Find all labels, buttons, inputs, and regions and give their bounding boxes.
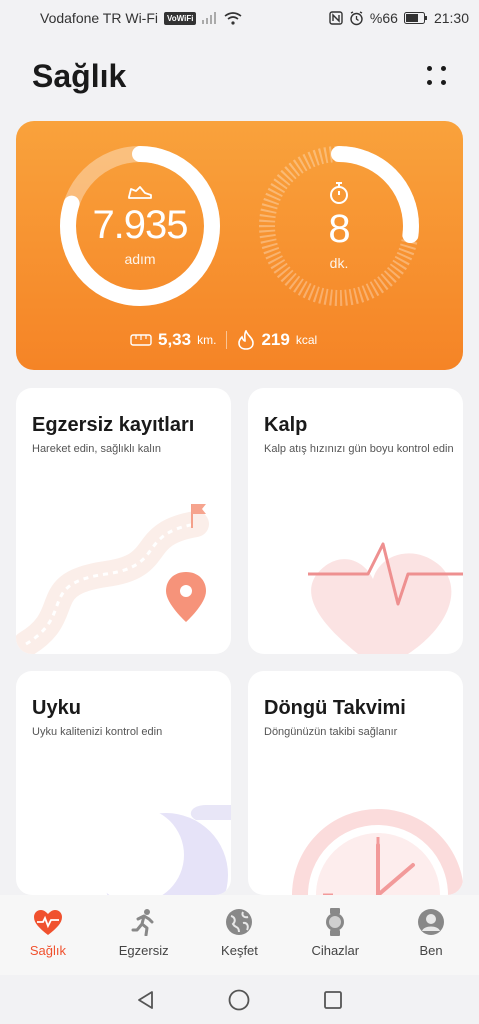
- battery-icon: [403, 12, 427, 24]
- recents-icon[interactable]: [323, 990, 343, 1010]
- cycle-calendar-title: Döngü Takvimi: [264, 697, 406, 719]
- page-title: Sağlık: [32, 57, 127, 94]
- flame-icon: [238, 330, 255, 350]
- nav-item-me[interactable]: Ben: [391, 907, 471, 975]
- bottom-nav: Sağlık Egzersiz Keşfet Cihazlar Ben: [0, 895, 479, 975]
- heart-pulse-illustration-icon: [308, 542, 463, 654]
- nav-label: Keşfet: [221, 943, 258, 958]
- minutes-ring[interactable]: 8 dk.: [257, 144, 421, 308]
- more-dot-icon: [427, 80, 432, 85]
- sleep-subtitle: Uyku kalitenizi kontrol edin: [32, 726, 163, 738]
- nav-item-devices[interactable]: Cihazlar: [295, 907, 375, 975]
- calories-unit: kcal: [295, 333, 318, 347]
- alarm-icon: [350, 10, 363, 25]
- stopwatch-icon: [330, 182, 348, 204]
- back-icon[interactable]: [136, 990, 156, 1010]
- home-icon[interactable]: [228, 989, 250, 1011]
- globe-icon: [226, 909, 253, 935]
- summary-divider: [226, 331, 228, 349]
- moon-icon: [88, 805, 231, 895]
- nav-label: Sağlık: [29, 943, 66, 958]
- steps-ring[interactable]: 7.935 adım: [58, 144, 222, 308]
- heart-rate-card[interactable]: Kalp Kalp atış hızınızı gün boyu kontrol…: [248, 388, 463, 654]
- signal-icon: [202, 12, 217, 24]
- minutes-unit: dk.: [329, 255, 349, 271]
- distance-summary: 5,33 km.: [130, 330, 216, 350]
- user-icon: [418, 909, 445, 935]
- sleep-title: Uyku: [32, 697, 81, 719]
- wifi-icon: [224, 11, 242, 25]
- heart-pulse-icon: [33, 909, 62, 935]
- cycle-calendar-card[interactable]: Döngü Takvimi Döngünüzün takibi sağlanır: [248, 671, 463, 895]
- runner-icon: [131, 909, 154, 936]
- nav-label: Cihazlar: [311, 943, 360, 958]
- steps-value: 7.935: [92, 203, 188, 247]
- calories-value: 219: [261, 330, 290, 349]
- nav-item-discover[interactable]: Keşfet: [199, 907, 279, 975]
- calories-summary: 219 kcal: [237, 330, 317, 350]
- route-map-icon: [16, 504, 209, 654]
- nav-label: Ben: [419, 943, 443, 958]
- more-options-button[interactable]: [423, 62, 451, 90]
- nfc-icon: [329, 11, 343, 25]
- distance-value: 5,33: [158, 330, 192, 349]
- cycle-calendar-subtitle: Döngünüzün takibi sağlanır: [264, 726, 398, 738]
- more-dot-icon: [441, 66, 446, 71]
- exercise-records-title: Egzersiz kayıtları: [32, 414, 195, 436]
- nav-label: Egzersiz: [118, 943, 169, 958]
- vowifi-badge: VoWiFi: [164, 11, 197, 25]
- more-dot-icon: [441, 80, 446, 85]
- shoe-icon: [128, 186, 152, 199]
- nav-item-exercise[interactable]: Egzersiz: [104, 907, 184, 975]
- exercise-records-card[interactable]: Egzersiz kayıtları Hareket edin, sağlıkl…: [16, 388, 231, 654]
- ruler-icon: [130, 334, 152, 346]
- watch-icon: [326, 908, 345, 936]
- more-dot-icon: [427, 66, 432, 71]
- header: Sağlık: [32, 52, 451, 100]
- exercise-records-subtitle: Hareket edin, sağlıklı kalın: [32, 443, 162, 455]
- activity-summary: 5,33 km. 219 kcal: [130, 330, 317, 350]
- clock-illustration-icon: [292, 809, 463, 895]
- carrier-label: Vodafone TR Wi-Fi: [40, 10, 159, 26]
- distance-unit: km.: [197, 333, 217, 347]
- heart-rate-title: Kalp: [264, 414, 308, 436]
- clock: 21:30: [433, 10, 469, 26]
- minutes-value: 8: [328, 207, 350, 251]
- status-bar: Vodafone TR Wi-Fi VoWiFi %66 21:30: [0, 0, 479, 36]
- nav-item-health[interactable]: Sağlık: [8, 907, 88, 975]
- sleep-card[interactable]: Uyku Uyku kalitenizi kontrol edin: [16, 671, 231, 895]
- steps-unit: adım: [124, 251, 156, 267]
- heart-rate-subtitle: Kalp atış hızınızı gün boyu kontrol edin: [264, 443, 454, 455]
- battery-percent: %66: [369, 10, 398, 26]
- system-nav-bar: [0, 975, 479, 1024]
